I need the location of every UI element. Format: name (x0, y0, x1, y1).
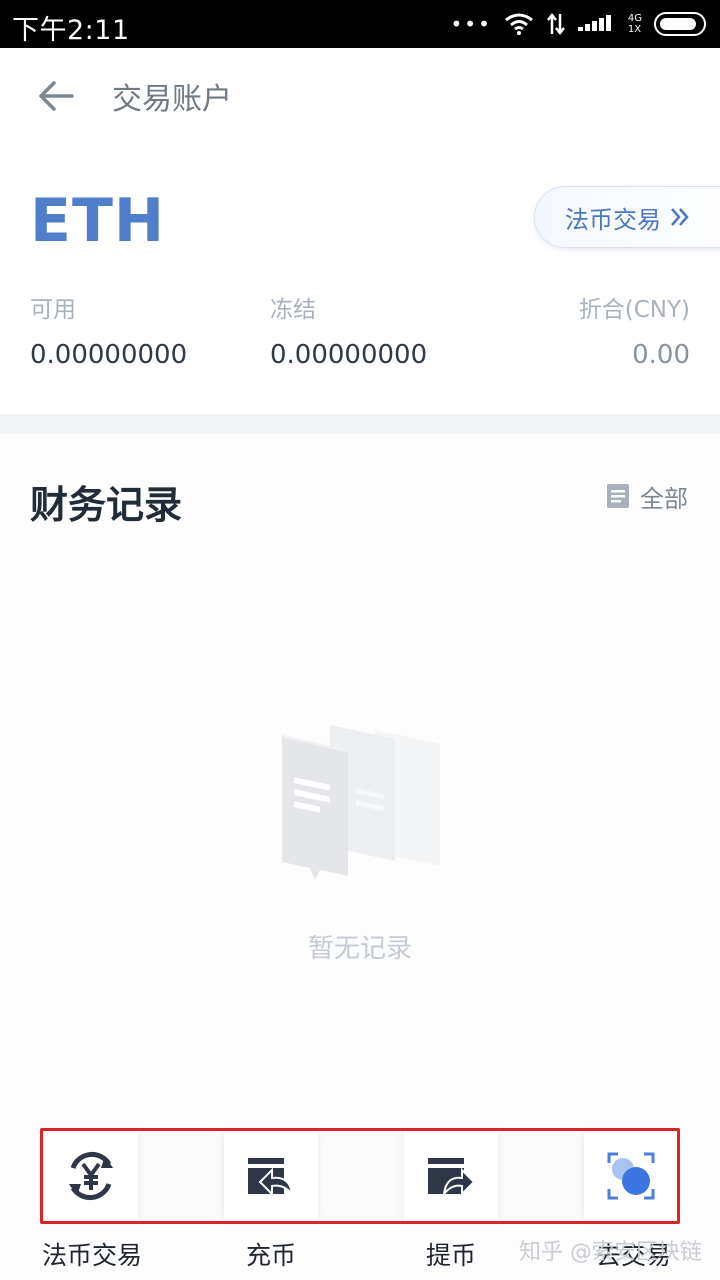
filter-all-label: 全部 (640, 484, 688, 513)
network-type: 4G 1X (627, 13, 642, 35)
action-withdraw-label: 提币 (426, 1241, 477, 1270)
converted-value: 0.00 (632, 340, 690, 370)
back-button[interactable] (32, 72, 80, 120)
wifi-icon (504, 13, 533, 35)
action-spacer (318, 1132, 402, 1220)
action-deposit[interactable] (224, 1132, 318, 1220)
action-go-trade[interactable] (584, 1132, 678, 1220)
trade-icon (607, 1152, 655, 1200)
available-value: 0.00000000 (30, 340, 188, 370)
converted-label: 折合(CNY) (578, 297, 690, 323)
action-withdraw[interactable] (404, 1132, 498, 1220)
deposit-icon (248, 1158, 294, 1198)
fiat-trade-button[interactable]: 法币交易 (534, 186, 720, 248)
more-dots-icon: ••• (450, 12, 492, 36)
status-time: 下午2:11 (12, 15, 130, 46)
document-list-icon (607, 484, 629, 508)
coin-name: ETH (30, 186, 166, 256)
records-title: 财务记录 (30, 483, 183, 527)
action-deposit-label: 充币 (246, 1241, 297, 1270)
yuan-exchange-icon (69, 1151, 113, 1201)
action-fiat-trade[interactable] (44, 1132, 138, 1220)
action-fiat-trade-label: 法币交易 (42, 1241, 143, 1270)
back-arrow-icon (39, 81, 74, 111)
status-bar: 下午2:11 ••• 4G 1X (0, 0, 720, 48)
available-label: 可用 (30, 297, 76, 323)
page-title: 交易账户 (112, 82, 232, 117)
fiat-trade-label: 法币交易 (565, 205, 661, 234)
withdraw-icon (428, 1158, 476, 1198)
nav-bar: 交易账户 (0, 48, 720, 140)
empty-records-illustration (282, 725, 440, 880)
battery-icon (654, 12, 706, 36)
frozen-value: 0.00000000 (270, 340, 428, 370)
data-arrows-icon (546, 12, 565, 36)
watermark: 知乎 @索安区块链 (519, 1240, 702, 1265)
double-chevron-right-icon (671, 208, 689, 226)
frozen-label: 冻结 (270, 297, 316, 323)
filter-all-button[interactable]: 全部 (606, 478, 688, 514)
action-spacer (498, 1132, 582, 1220)
signal-icon (577, 15, 611, 31)
section-divider (0, 414, 720, 434)
empty-records-text: 暂无记录 (307, 934, 412, 964)
status-icons: ••• 4G 1X (450, 10, 706, 38)
action-spacer (138, 1132, 222, 1220)
